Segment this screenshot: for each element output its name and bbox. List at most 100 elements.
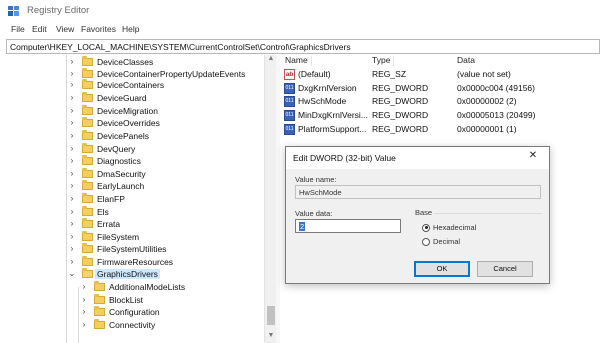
chevron-right-icon[interactable]: › [80, 280, 88, 293]
string-value-icon: ab [284, 69, 295, 80]
menu-help[interactable]: Help [122, 24, 139, 34]
value-row[interactable]: 011 DxgKrnlVersion REG_DWORD 0x0000c004 … [280, 82, 600, 95]
value-data: 0x00000001 (1) [457, 124, 517, 134]
tree-guide-line [78, 287, 79, 343]
chevron-right-icon[interactable]: › [68, 116, 76, 129]
chevron-right-icon[interactable]: › [80, 305, 88, 318]
tree-item[interactable]: › EarlyLaunch [68, 179, 144, 192]
radio-decimal-label: Decimal [433, 237, 461, 246]
column-header-name[interactable]: Name [285, 55, 312, 67]
chevron-down-icon[interactable]: ⌄ [68, 267, 76, 280]
value-name-field: HwSchMode [295, 185, 541, 199]
folder-icon [82, 230, 93, 241]
value-type: REG_DWORD [372, 124, 429, 134]
value-row[interactable]: 011 MinDxgKrnlVersi... REG_DWORD 0x00005… [280, 109, 600, 122]
column-header-data[interactable]: Data [457, 55, 475, 67]
folder-icon [82, 104, 93, 115]
value-data-input[interactable]: 2 [295, 219, 401, 233]
tree-item[interactable]: › ElanFP [68, 192, 125, 205]
value-name: PlatformSupport... [298, 124, 367, 134]
value-name: DxgKrnlVersion [298, 83, 357, 93]
tree-item[interactable]: › DeviceGuard [68, 91, 147, 104]
folder-icon [82, 129, 93, 140]
binary-value-icon: 011 [284, 83, 295, 94]
dialog-title: Edit DWORD (32-bit) Value [293, 153, 396, 163]
value-row[interactable]: ab (Default) REG_SZ (value not set) [280, 68, 600, 81]
tree-item[interactable]: › Connectivity [80, 318, 155, 331]
value-row[interactable]: 011 HwSchMode REG_DWORD 0x00000002 (2) [280, 95, 600, 108]
folder-icon [82, 217, 93, 228]
folder-icon [94, 293, 105, 304]
value-data: 0x00005013 (20499) [457, 110, 536, 120]
value-name: HwSchMode [298, 96, 347, 106]
folder-icon [82, 91, 93, 102]
tree-item[interactable]: › DeviceContainers [68, 78, 164, 91]
column-header-type[interactable]: Type [372, 55, 395, 67]
menu-view[interactable]: View [56, 24, 74, 34]
value-data-label: Value data: [295, 209, 333, 218]
chevron-right-icon[interactable]: › [80, 318, 88, 331]
radio-unselected-icon[interactable] [422, 237, 430, 246]
tree-item-graphicsdrivers[interactable]: ⌄ GraphicsDrivers [68, 267, 160, 280]
tree-item[interactable]: › DeviceOverrides [68, 116, 160, 129]
base-group-label: Base [415, 208, 433, 217]
value-type: REG_DWORD [372, 96, 429, 106]
tree-item[interactable]: › Diagnostics [68, 154, 141, 167]
folder-icon [82, 205, 93, 216]
value-type: REG_DWORD [372, 83, 429, 93]
radio-hexadecimal[interactable]: Hexadecimal [422, 223, 476, 232]
chevron-right-icon[interactable]: › [68, 179, 76, 192]
tree-scrollbar[interactable]: ▲ ▼ [264, 55, 276, 343]
menu-file[interactable]: File [11, 24, 25, 34]
chevron-right-icon[interactable]: › [68, 78, 76, 91]
close-icon[interactable]: ✕ [527, 150, 539, 162]
chevron-right-icon[interactable]: › [68, 217, 76, 230]
edit-dword-dialog: Edit DWORD (32-bit) Value ✕ Value name: … [285, 146, 550, 284]
radio-hexadecimal-label: Hexadecimal [433, 223, 477, 232]
tree-item[interactable]: › FileSystemUtilities [68, 242, 166, 255]
tree-item[interactable]: › DevicePanels [68, 129, 149, 142]
menu-bar: File Edit View Favorites Help [0, 22, 600, 37]
scroll-thumb[interactable] [267, 306, 275, 325]
value-name: (Default) [298, 69, 331, 79]
folder-icon [82, 255, 93, 266]
chevron-right-icon[interactable]: › [68, 154, 76, 167]
radio-selected-icon[interactable] [422, 223, 430, 232]
value-row[interactable]: 011 PlatformSupport... REG_DWORD 0x00000… [280, 123, 600, 136]
ok-button[interactable]: OK [414, 261, 470, 277]
folder-open-icon [82, 267, 93, 278]
address-bar[interactable]: Computer\HKEY_LOCAL_MACHINE\SYSTEM\Curre… [6, 39, 600, 54]
chevron-right-icon[interactable]: › [68, 192, 76, 205]
window-title: Registry Editor [27, 5, 90, 16]
dialog-body: Value name: HwSchMode Value data: 2 Base… [286, 169, 549, 283]
binary-value-icon: 011 [284, 124, 295, 135]
tree-item[interactable]: › AdditionalModeLists [80, 280, 185, 293]
folder-icon [82, 179, 93, 190]
scroll-down-arrow-icon[interactable]: ▼ [267, 332, 275, 341]
chevron-right-icon[interactable]: › [68, 129, 76, 142]
menu-favorites[interactable]: Favorites [81, 24, 116, 34]
value-name: MinDxgKrnlVersi... [298, 110, 368, 120]
title-bar: Registry Editor [0, 0, 600, 22]
folder-icon [82, 167, 93, 178]
tree-item[interactable]: › Configuration [80, 305, 160, 318]
folder-icon [82, 67, 93, 78]
cancel-button[interactable]: Cancel [477, 261, 533, 277]
key-tree: › DeviceClasses › DeviceContainerPropertyU… [0, 55, 276, 343]
folder-icon [94, 318, 105, 329]
radio-decimal[interactable]: Decimal [422, 237, 460, 246]
chevron-right-icon[interactable]: › [68, 91, 76, 104]
registry-editor-icon [8, 6, 19, 16]
tree-item[interactable]: › Errata [68, 217, 120, 230]
chevron-right-icon[interactable]: › [68, 242, 76, 255]
scroll-up-arrow-icon[interactable]: ▲ [267, 55, 275, 64]
folder-icon [82, 116, 93, 127]
menu-edit[interactable]: Edit [32, 24, 47, 34]
value-data-text: 2 [299, 222, 306, 231]
binary-value-icon: 011 [284, 110, 295, 121]
folder-icon [82, 242, 93, 253]
value-name-label: Value name: [295, 175, 337, 184]
value-data: 0x00000002 (2) [457, 96, 517, 106]
folder-icon [82, 154, 93, 165]
folder-icon [94, 305, 105, 316]
